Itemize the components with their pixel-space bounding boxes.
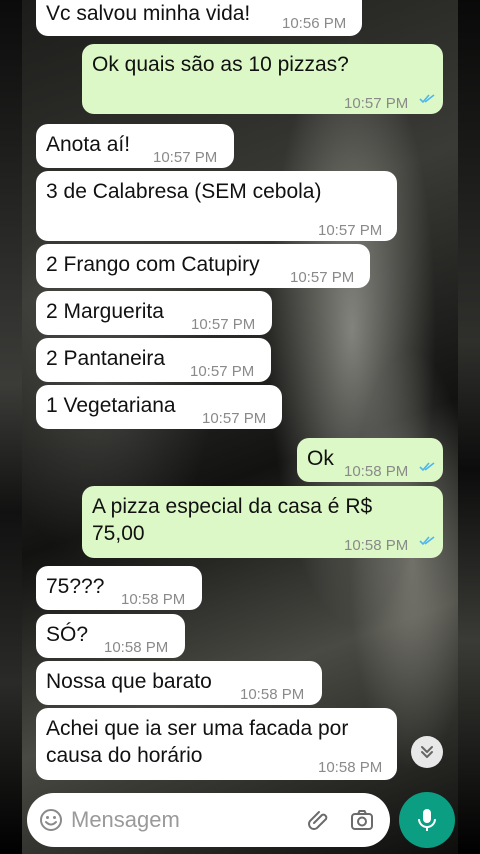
message-time: 10:57 PM [318,222,383,239]
message-text: Anota aí! [46,133,131,156]
message-time: 10:57 PM [153,149,218,166]
message-bubble-outgoing[interactable]: Ok 10:58 PM [297,438,443,482]
message-bubble-outgoing[interactable]: A pizza especial da casa é R$ 75,00 10:5… [82,486,443,558]
scroll-to-bottom-button[interactable] [411,736,443,768]
message-time: 10:56 PM [282,15,347,32]
wallpaper-edge-right [458,0,480,854]
message-time: 10:58 PM [104,639,169,656]
message-text: Ok [307,447,334,470]
message-bubble-incoming[interactable]: 1 Vegetariana 10:57 PM [36,385,282,429]
read-ticks-icon [419,94,435,104]
emoji-icon[interactable] [39,808,63,832]
read-ticks-icon [419,536,435,546]
message-bubble-incoming[interactable]: 75??? 10:58 PM [36,566,202,610]
paperclip-icon[interactable] [305,807,331,833]
message-bubble-incoming[interactable]: SÓ? 10:58 PM [36,614,185,658]
message-text: A pizza especial da casa é R$ 75,00 [92,495,373,545]
message-time: 10:57 PM [190,363,255,380]
message-composer: Mensagem [27,793,390,847]
message-text: Ok quais são as 10 pizzas? [92,53,349,76]
message-time: 10:58 PM [344,537,409,554]
message-bubble-incoming[interactable]: 2 Pantaneira 10:57 PM [36,338,271,382]
message-time: 10:57 PM [344,95,409,112]
message-time: 10:58 PM [318,759,383,776]
message-time: 10:57 PM [202,410,267,427]
mic-button[interactable] [399,792,455,848]
message-text: 2 Frango com Catupiry [46,253,260,276]
message-time: 10:58 PM [344,463,409,480]
message-text: Nossa que barato [46,670,212,693]
message-bubble-incoming[interactable]: Anota aí! 10:57 PM [36,124,234,168]
message-text: SÓ? [46,623,89,646]
message-text: 3 de Calabresa (SEM cebola) [46,180,322,203]
message-time: 10:57 PM [290,269,355,286]
message-text: Vc salvou minha vida! [46,2,251,25]
message-text: 2 Pantaneira [46,347,166,370]
message-time: 10:58 PM [240,686,305,703]
message-text: Achei que ia ser uma facada por causa do… [46,717,349,767]
message-text: 75??? [46,575,105,598]
message-bubble-incoming[interactable]: Vc salvou minha vida! 10:56 PM [36,0,362,36]
message-input[interactable]: Mensagem [71,807,180,833]
message-bubble-incoming[interactable]: Achei que ia ser uma facada por causa do… [36,708,397,780]
wallpaper-edge-left [0,0,22,854]
read-ticks-icon [419,462,435,472]
message-bubble-incoming[interactable]: 2 Marguerita 10:57 PM [36,291,272,335]
message-bubble-incoming[interactable]: Nossa que barato 10:58 PM [36,661,322,705]
message-time: 10:58 PM [121,591,186,608]
message-bubble-incoming[interactable]: 3 de Calabresa (SEM cebola) 10:57 PM [36,171,397,241]
message-text: 2 Marguerita [46,300,164,323]
message-bubble-incoming[interactable]: 2 Frango com Catupiry 10:57 PM [36,244,370,288]
message-text: 1 Vegetariana [46,394,176,417]
double-chevron-down-icon [421,746,433,758]
mic-icon [418,809,436,831]
message-time: 10:57 PM [191,316,256,333]
message-bubble-outgoing[interactable]: Ok quais são as 10 pizzas? 10:57 PM [82,44,443,114]
camera-icon[interactable] [349,807,375,833]
